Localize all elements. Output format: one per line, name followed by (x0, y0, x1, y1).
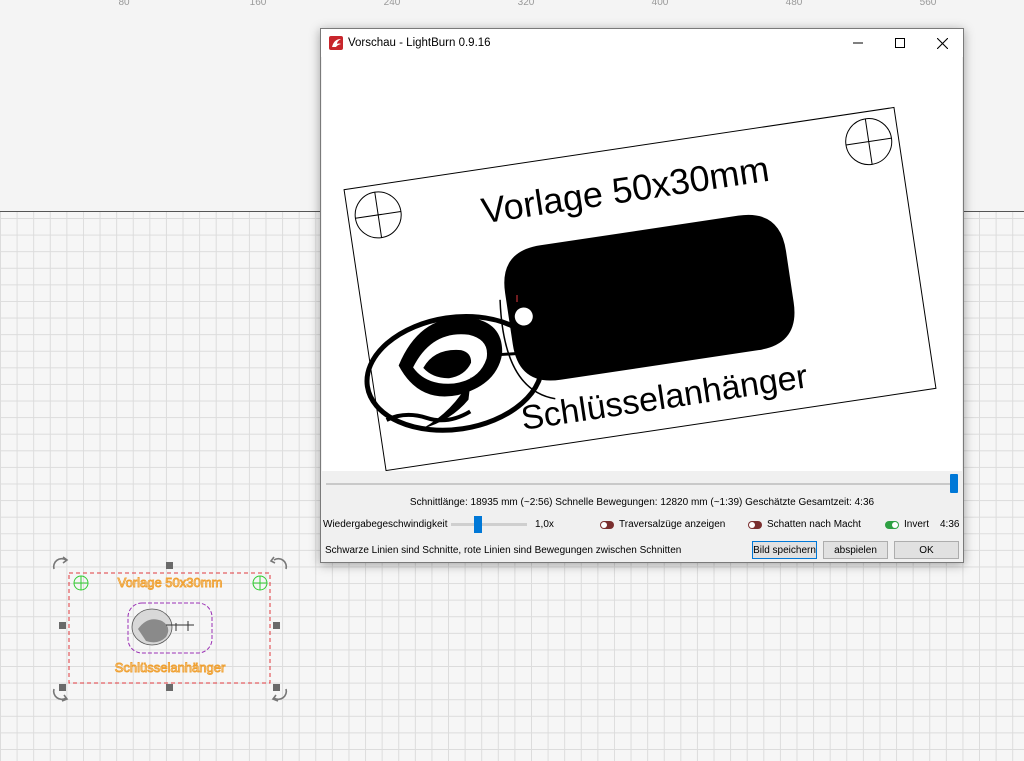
shading-label: Schatten nach Macht (767, 519, 861, 530)
scrubber-handle[interactable] (950, 474, 958, 493)
design-bottom-text: Schlüsselanhänger (115, 660, 226, 675)
speed-label: Wiedergabegeschwindigkeit (323, 519, 448, 530)
traversal-label: Traversalzüge anzeigen (619, 519, 726, 530)
cut-statistics: Schnittlänge: 18935 mm (~2:56) Schnelle … (409, 497, 875, 508)
ruler-label: 160 (249, 0, 267, 8)
traversal-toggle[interactable] (600, 521, 614, 529)
window-title: Vorschau - LightBurn 0.9.16 (348, 37, 491, 49)
preview-render: Vorlage 50x30mm Schlüsselanhänger (343, 106, 937, 472)
preview-canvas[interactable]: Vorlage 50x30mm Schlüsselanhänger (322, 57, 962, 472)
ruler-label: 400 (651, 0, 669, 8)
speed-slider-handle[interactable] (473, 516, 482, 533)
ruler-label: 480 (785, 0, 803, 8)
lightburn-app-icon (329, 36, 343, 50)
ruler-label: 560 (919, 0, 937, 8)
maximize-icon (895, 38, 905, 48)
play-button[interactable]: abspielen (823, 541, 888, 559)
target-icon (73, 575, 89, 591)
close-icon (936, 37, 948, 49)
invert-toggle[interactable] (885, 521, 899, 529)
shading-toggle[interactable] (748, 521, 762, 529)
minimize-button[interactable] (837, 29, 879, 57)
scrubber-track (326, 483, 950, 485)
ruler-label: 240 (383, 0, 401, 8)
ok-button[interactable]: OK (894, 541, 959, 559)
invert-label: Invert (904, 519, 930, 530)
maximize-button[interactable] (879, 29, 921, 57)
preview-dialog: Vorschau - LightBurn 0.9.16 Vorlage 50x3… (320, 28, 964, 563)
target-icon (252, 575, 268, 591)
playback-controls: Wiedergabegeschwindigkeit 1,0x Traversal… (323, 516, 961, 533)
close-button[interactable] (921, 29, 963, 57)
minimize-icon (853, 42, 863, 44)
ruler-label: 80 (118, 0, 130, 8)
playback-scrubber[interactable] (322, 471, 962, 497)
selected-design-object[interactable]: Vorlage 50x30mm Schlüsselanhänger (48, 555, 292, 703)
design-top-text: Vorlage 50x30mm (118, 575, 223, 590)
title-bar[interactable]: Vorschau - LightBurn 0.9.16 (321, 29, 963, 57)
save-image-button[interactable]: Bild speichern (752, 541, 817, 559)
ruler-label: 320 (517, 0, 535, 8)
total-time: 4:36 (940, 519, 960, 530)
speed-value: 1,0x (535, 519, 554, 530)
speed-slider[interactable] (451, 523, 527, 526)
design-object-graphic: Vorlage 50x30mm Schlüsselanhänger (52, 556, 288, 702)
legend-hint: Schwarze Linien sind Schnitte, rote Lini… (325, 545, 682, 556)
